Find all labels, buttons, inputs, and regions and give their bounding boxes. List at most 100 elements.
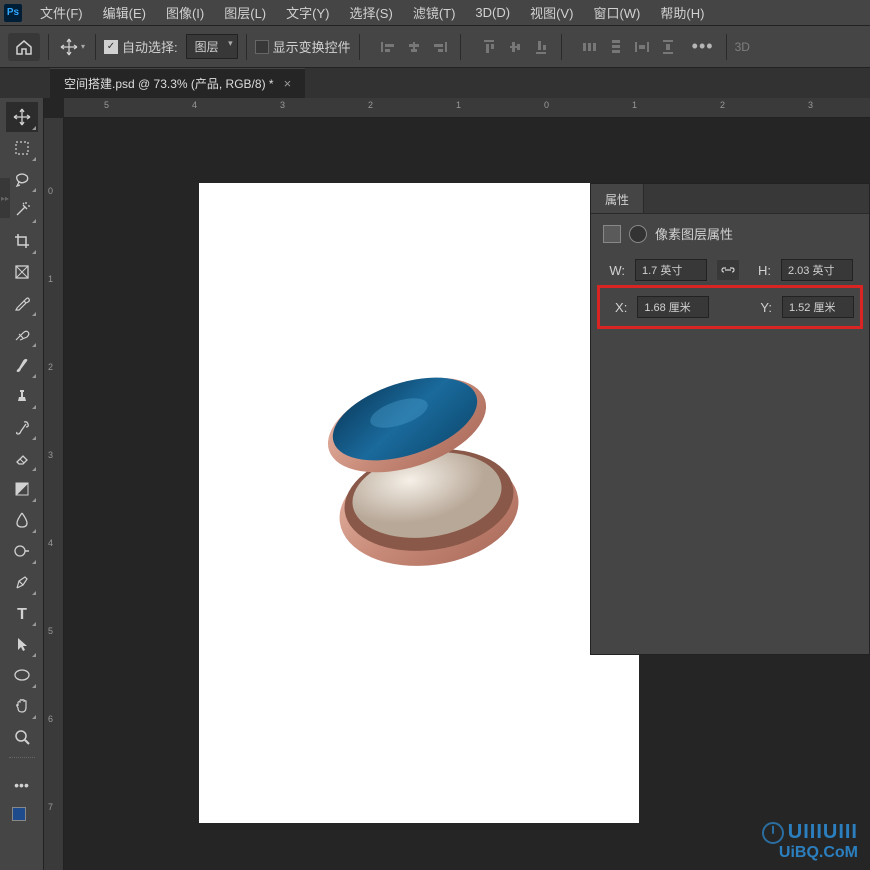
ruler-tick: 0 (48, 186, 53, 196)
move-cross-icon (59, 37, 79, 57)
ruler-tick: 4 (192, 100, 197, 110)
ruler-tick: 1 (632, 100, 637, 110)
magic-wand-tool[interactable] (6, 195, 38, 225)
watermark-line2: UiBQ.CoM (762, 844, 858, 862)
y-input[interactable] (782, 296, 854, 318)
properties-panel: 属性 像素图层属性 W: H: X: (590, 183, 870, 655)
main-workspace: ▸▸ T ••• 5 4 3 2 1 (0, 98, 870, 870)
menu-help[interactable]: 帮助(H) (650, 0, 714, 26)
product-image (299, 345, 539, 585)
home-button[interactable] (8, 33, 40, 61)
close-tab-button[interactable]: × (284, 76, 292, 91)
align-center-h-button[interactable] (402, 36, 426, 58)
checkbox-unchecked-icon[interactable] (255, 40, 269, 54)
watermark-line1: UIIIUIII (762, 821, 858, 844)
path-selection-tool[interactable] (6, 629, 38, 659)
menu-bar: Ps 文件(F) 编辑(E) 图像(I) 图层(L) 文字(Y) 选择(S) 滤… (0, 0, 870, 26)
divider (95, 34, 96, 60)
height-input[interactable] (781, 259, 853, 281)
toolbox-divider (9, 757, 35, 765)
align-right-button[interactable] (428, 36, 452, 58)
link-icon (721, 264, 735, 276)
hand-tool[interactable] (6, 691, 38, 721)
show-transform-option[interactable]: 显示变换控件 (255, 37, 351, 56)
menu-window[interactable]: 窗口(W) (583, 0, 650, 26)
more-options-button[interactable]: ••• (692, 36, 714, 57)
eyedropper-tool[interactable] (6, 288, 38, 318)
ruler-tick: 6 (48, 714, 53, 724)
menu-3d[interactable]: 3D(D) (465, 1, 520, 24)
crop-tool[interactable] (6, 226, 38, 256)
panel-header: 像素图层属性 (603, 224, 857, 243)
panel-title: 像素图层属性 (655, 224, 733, 243)
distribute-buttons-group (477, 36, 553, 58)
menu-layer[interactable]: 图层(L) (214, 0, 276, 26)
x-input[interactable] (637, 296, 709, 318)
color-swatches[interactable] (12, 807, 32, 827)
ruler-tick: 5 (48, 626, 53, 636)
divider (359, 34, 360, 60)
shape-tool[interactable] (6, 660, 38, 690)
auto-select-target-dropdown[interactable]: 图层 (186, 34, 238, 59)
menu-image[interactable]: 图像(I) (156, 0, 214, 26)
dodge-tool[interactable] (6, 536, 38, 566)
ruler-tick: 0 (544, 100, 549, 110)
distribute-spacing-group (578, 36, 680, 58)
align-top-button[interactable] (477, 36, 501, 58)
frame-tool[interactable] (6, 257, 38, 287)
foreground-color[interactable] (12, 807, 26, 821)
edit-toolbar-button[interactable]: ••• (6, 770, 38, 800)
ruler-tick: 2 (720, 100, 725, 110)
divider (246, 34, 247, 60)
ruler-tick: 7 (48, 802, 53, 812)
lasso-tool[interactable] (6, 164, 38, 194)
eraser-tool[interactable] (6, 443, 38, 473)
mask-icon (629, 225, 647, 243)
move-tool-indicator[interactable]: ▾ (57, 35, 87, 59)
menu-type[interactable]: 文字(Y) (276, 0, 339, 26)
menu-file[interactable]: 文件(F) (30, 0, 93, 26)
auto-select-option[interactable]: ✓ 自动选择: (104, 37, 178, 56)
align-buttons-group (376, 36, 452, 58)
options-bar: ▾ ✓ 自动选择: 图层 显示变换控件 ••• 3D (0, 26, 870, 68)
pen-tool[interactable] (6, 567, 38, 597)
clone-stamp-tool[interactable] (6, 381, 38, 411)
ruler-tick: 3 (808, 100, 813, 110)
menu-select[interactable]: 选择(S) (339, 0, 402, 26)
document-canvas[interactable] (199, 183, 639, 823)
gradient-tool[interactable] (6, 474, 38, 504)
blur-tool[interactable] (6, 505, 38, 535)
distribute-h-button[interactable] (578, 36, 602, 58)
menu-view[interactable]: 视图(V) (520, 0, 583, 26)
width-input[interactable] (635, 259, 707, 281)
document-tab[interactable]: 空间搭建.psd @ 73.3% (产品, RGB/8) * × (50, 68, 305, 98)
brush-tool[interactable] (6, 350, 38, 380)
ruler-tick: 2 (48, 362, 53, 372)
align-bottom-button[interactable] (529, 36, 553, 58)
ruler-tick: 1 (48, 274, 53, 284)
distribute-v-button[interactable] (604, 36, 628, 58)
marquee-tool[interactable] (6, 133, 38, 163)
align-center-v-button[interactable] (503, 36, 527, 58)
divider (561, 34, 562, 60)
link-dimensions-button[interactable] (717, 260, 739, 280)
distribute-space-button[interactable] (630, 36, 654, 58)
type-tool[interactable]: T (6, 598, 38, 628)
menu-edit[interactable]: 编辑(E) (93, 0, 156, 26)
horizontal-ruler[interactable]: 5 4 3 2 1 0 1 2 3 (64, 98, 870, 118)
checkbox-checked-icon[interactable]: ✓ (104, 40, 118, 54)
document-tab-bar: 空间搭建.psd @ 73.3% (产品, RGB/8) * × (0, 68, 870, 98)
dropdown-arrow-icon: ▾ (81, 42, 85, 51)
height-label: H: (749, 263, 771, 278)
menu-filter[interactable]: 滤镜(T) (403, 0, 466, 26)
properties-tab[interactable]: 属性 (591, 184, 644, 213)
history-brush-tool[interactable] (6, 412, 38, 442)
align-left-button[interactable] (376, 36, 400, 58)
vertical-ruler[interactable]: 0 1 2 3 4 5 6 7 (44, 118, 64, 870)
healing-brush-tool[interactable] (6, 319, 38, 349)
move-tool[interactable] (6, 102, 38, 132)
zoom-tool[interactable] (6, 722, 38, 752)
size-row: W: H: (603, 259, 857, 281)
distribute-space-v-button[interactable] (656, 36, 680, 58)
document-tab-title: 空间搭建.psd @ 73.3% (产品, RGB/8) * (64, 75, 274, 92)
